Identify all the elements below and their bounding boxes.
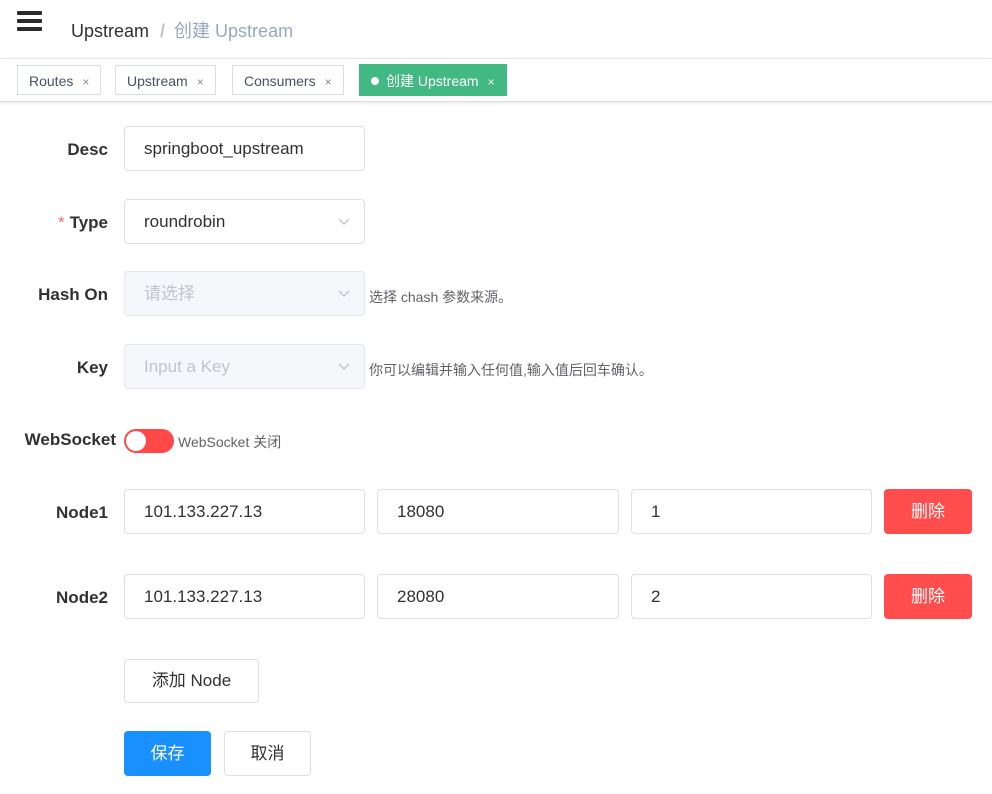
hash-on-placeholder: 请选择: [144, 284, 195, 303]
breadcrumb-item-upstream[interactable]: Upstream: [71, 21, 149, 41]
hash-on-hint: 选择 chash 参数来源。: [369, 289, 513, 305]
hash-on-label: Hash On: [38, 285, 108, 304]
chevron-down-icon: [338, 290, 350, 297]
type-select-value: roundrobin: [144, 212, 226, 231]
chevron-down-icon: [338, 218, 350, 225]
node1-host-input[interactable]: 101.133.227.13: [124, 489, 365, 534]
key-select[interactable]: Input a Key: [124, 344, 365, 389]
key-placeholder: Input a Key: [144, 357, 231, 376]
websocket-status-text: WebSocket 关闭: [178, 434, 282, 450]
breadcrumb: Upstream / 创建 Upstream: [71, 17, 293, 43]
desc-input[interactable]: springboot_upstream: [124, 126, 365, 171]
node1-weight-input[interactable]: 1: [631, 489, 872, 534]
close-icon[interactable]: ×: [197, 75, 204, 89]
tag-label: Consumers: [244, 73, 316, 89]
node2-label: Node2: [56, 588, 108, 607]
chevron-down-icon: [338, 363, 350, 370]
node2-weight-input[interactable]: 2: [631, 574, 872, 619]
desc-label: Desc: [67, 140, 108, 159]
key-label: Key: [76, 358, 108, 377]
node2-port-input[interactable]: 28080: [377, 574, 619, 619]
hamburger-menu-icon[interactable]: [17, 11, 42, 33]
key-hint: 你可以编辑并输入任何值,输入值后回车确认。: [369, 362, 653, 378]
node1-delete-button[interactable]: 删除: [884, 489, 972, 534]
node1-label: Node1: [56, 503, 108, 522]
breadcrumb-item-current: 创建 Upstream: [174, 21, 294, 41]
tag-label: Routes: [29, 73, 74, 89]
tag-label: 创建 Upstream: [386, 73, 479, 89]
tag-create-upstream[interactable]: 创建 Upstream ×: [359, 64, 507, 96]
close-icon[interactable]: ×: [82, 75, 89, 89]
hash-on-select[interactable]: 请选择: [124, 271, 365, 316]
add-node-button[interactable]: 添加 Node: [124, 659, 259, 703]
type-label-text: Type: [69, 213, 108, 232]
type-select[interactable]: roundrobin: [124, 199, 365, 244]
node2-delete-button[interactable]: 删除: [884, 574, 972, 619]
node2-host-input[interactable]: 101.133.227.13: [124, 574, 365, 619]
cancel-button[interactable]: 取消: [224, 731, 311, 776]
save-button[interactable]: 保存: [124, 731, 211, 776]
required-mark: *: [57, 213, 65, 232]
websocket-label: WebSocket: [24, 430, 116, 449]
node1-port-input[interactable]: 18080: [377, 489, 619, 534]
tags-view-bar: Routes × Upstream × Consumers × 创建 Upstream…: [0, 58, 992, 102]
type-label: * Type: [0, 213, 108, 233]
tag-upstream[interactable]: Upstream ×: [115, 65, 216, 95]
close-icon[interactable]: ×: [325, 75, 332, 89]
tag-routes[interactable]: Routes ×: [17, 65, 102, 95]
close-icon[interactable]: ×: [488, 75, 495, 89]
top-navbar: Upstream / 创建 Upstream: [0, 0, 992, 58]
tag-label: Upstream: [127, 73, 188, 89]
tag-consumers[interactable]: Consumers ×: [232, 65, 344, 95]
active-dot-icon: [371, 77, 379, 85]
breadcrumb-separator: /: [160, 21, 166, 41]
toggle-knob: [126, 431, 146, 451]
websocket-toggle[interactable]: [124, 429, 174, 453]
